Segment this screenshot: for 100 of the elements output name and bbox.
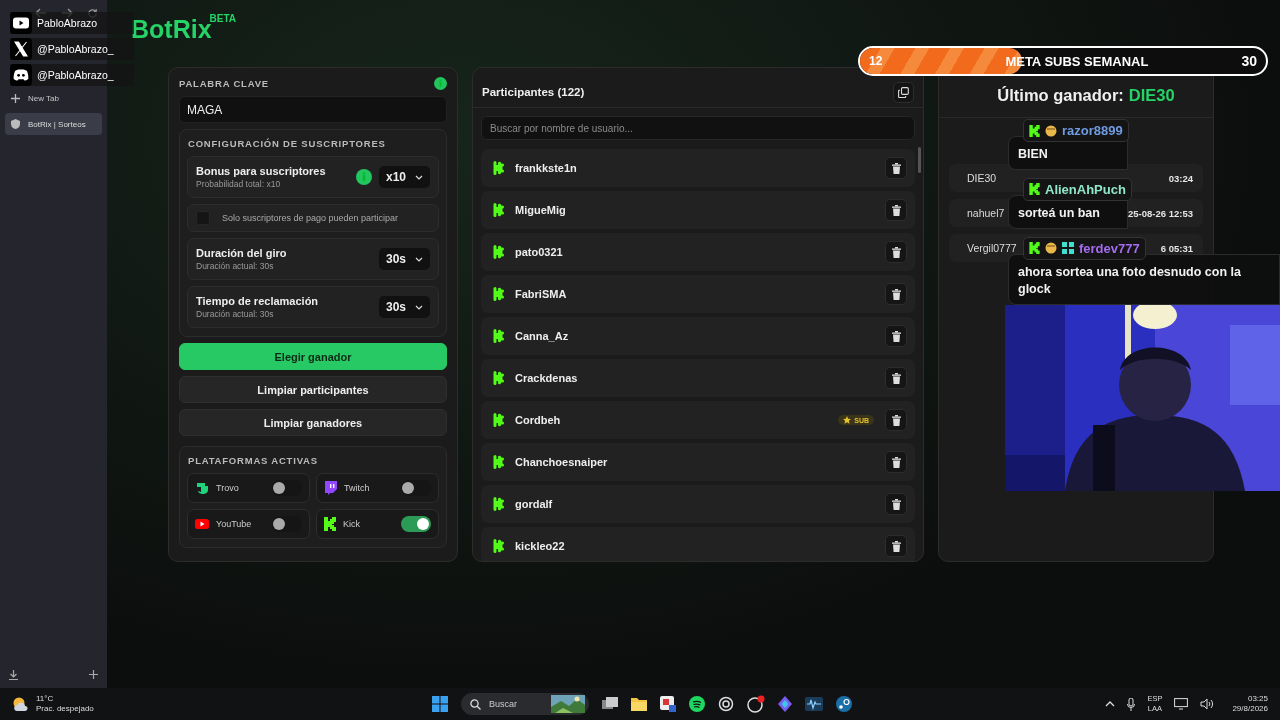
weather-icon[interactable] xyxy=(12,696,30,712)
taskbar-search-field[interactable]: Buscar xyxy=(461,693,589,715)
trash-icon xyxy=(891,414,901,426)
winner-time: 03:24 xyxy=(1168,172,1193,184)
trash-icon xyxy=(891,162,901,174)
emote-icon xyxy=(1045,124,1057,137)
clock-time[interactable]: 03:25 xyxy=(1247,693,1268,704)
trash-icon xyxy=(891,540,901,552)
logo-icon xyxy=(1029,124,1040,137)
info-icon[interactable] xyxy=(355,169,372,185)
x-logo-icon xyxy=(10,38,32,60)
delete-button[interactable] xyxy=(885,451,907,473)
download-icon[interactable] xyxy=(9,670,18,680)
delete-button[interactable] xyxy=(885,325,907,347)
platform-name: Trovo xyxy=(216,483,240,493)
chat-message: ahora sortea una foto desnudo con la glock xyxy=(1008,253,1280,305)
logo-icon xyxy=(1029,183,1040,196)
delete-button[interactable] xyxy=(885,241,907,263)
browser-tab[interactable]: New Tab xyxy=(5,88,102,109)
action-button[interactable]: Limpiar participantes xyxy=(179,376,447,403)
social-handle: PabloAbrazo xyxy=(37,17,98,29)
delete-button[interactable] xyxy=(885,199,907,221)
app-icon[interactable] xyxy=(660,696,676,712)
setting-hint: Probabilidad total: x10 xyxy=(196,179,282,189)
video-play-icon xyxy=(10,12,32,34)
winner-name: Vergil0777 xyxy=(967,242,1017,254)
setting-title: Bonus para suscriptores xyxy=(196,165,327,177)
delete-button[interactable] xyxy=(885,535,907,557)
keyword-field[interactable]: MAGA xyxy=(179,96,447,123)
dropdown[interactable]: x10 xyxy=(378,166,430,188)
platform-name: Kick xyxy=(343,519,361,529)
dropdown[interactable]: 30s xyxy=(378,248,430,270)
emote-icon xyxy=(1045,242,1057,255)
shield-icon xyxy=(11,119,20,129)
toggle-switch[interactable] xyxy=(272,480,302,496)
last-winner-label: Último ganador: xyxy=(997,86,1124,105)
logo-icon xyxy=(1029,242,1040,255)
toggle-switch[interactable] xyxy=(401,480,431,496)
participant-name: frankkste1n xyxy=(515,162,578,174)
logo-icon xyxy=(493,413,506,427)
caret-up-icon[interactable] xyxy=(1105,701,1116,707)
beta-label: BETA xyxy=(209,13,237,24)
music-app-icon[interactable] xyxy=(689,696,705,712)
logo-icon xyxy=(493,329,506,343)
app-icon[interactable] xyxy=(747,695,765,713)
participant-name: Cordbeh xyxy=(515,414,562,426)
controller-icon xyxy=(10,64,32,86)
plus-icon xyxy=(11,94,20,103)
action-button[interactable]: Elegir ganador xyxy=(179,343,447,370)
info-icon[interactable] xyxy=(434,77,447,90)
trash-icon xyxy=(891,288,901,300)
logo-icon xyxy=(493,371,506,385)
section-title: PLATAFORMAS ACTIVAS xyxy=(187,455,319,466)
setting-hint: Duración actual: 30s xyxy=(196,309,275,319)
clock-date[interactable]: 29/8/2026 xyxy=(1232,704,1268,715)
participant-name: Canna_Az xyxy=(515,330,570,342)
action-button[interactable]: Limpiar ganadores xyxy=(179,409,447,436)
panel-title: Participantes (122) xyxy=(482,86,585,98)
search-field[interactable]: Buscar por nombre de usuario... xyxy=(481,116,915,140)
folder-icon[interactable] xyxy=(631,697,647,711)
participant-name: FabriSMA xyxy=(515,288,568,300)
logo-icon xyxy=(493,203,506,217)
plus-icon[interactable] xyxy=(89,670,98,679)
chevron-icon xyxy=(415,174,423,180)
start-icon[interactable] xyxy=(432,696,448,712)
delete-button[interactable] xyxy=(885,157,907,179)
microphone-icon[interactable] xyxy=(1127,697,1136,711)
delete-button[interactable] xyxy=(885,409,907,431)
participant-name: Crackdenas xyxy=(515,372,579,384)
weather-text: Prac. despejado xyxy=(36,704,94,714)
logo-icon xyxy=(493,245,506,259)
setting-hint: Duración actual: 30s xyxy=(196,261,275,271)
ring-icon[interactable] xyxy=(718,696,734,712)
speaker-icon[interactable] xyxy=(1200,698,1215,710)
delete-button[interactable] xyxy=(885,283,907,305)
chevron-icon xyxy=(415,256,423,262)
delete-button[interactable] xyxy=(885,367,907,389)
logo-icon xyxy=(493,539,506,553)
trash-icon xyxy=(891,456,901,468)
goal-current: 12 xyxy=(869,54,883,68)
toggle-switch[interactable] xyxy=(401,516,431,532)
participant-name: MigueMig xyxy=(515,204,567,216)
trash-icon xyxy=(891,372,901,384)
setting-title: Tiempo de reclamación xyxy=(196,295,320,307)
social-handle: @PabloAbrazo_ xyxy=(37,43,114,55)
delete-button[interactable] xyxy=(885,493,907,515)
participant-name: gordalf xyxy=(515,498,554,510)
platform-logo-icon xyxy=(195,481,209,495)
steam-icon[interactable] xyxy=(836,696,852,712)
logo-icon xyxy=(493,497,506,511)
monitor-icon[interactable] xyxy=(1174,698,1189,710)
toggle-switch[interactable] xyxy=(272,516,302,532)
participant-name: kickleo22 xyxy=(515,540,566,552)
diamond-icon[interactable] xyxy=(778,696,792,712)
dropdown[interactable]: 30s xyxy=(378,296,430,318)
browser-tab[interactable]: BotRix | Sorteos xyxy=(5,113,102,135)
windows-icon[interactable] xyxy=(602,697,618,711)
copy-button[interactable] xyxy=(893,81,914,103)
scrollbar[interactable] xyxy=(918,147,921,173)
waveform-icon[interactable] xyxy=(805,697,823,711)
